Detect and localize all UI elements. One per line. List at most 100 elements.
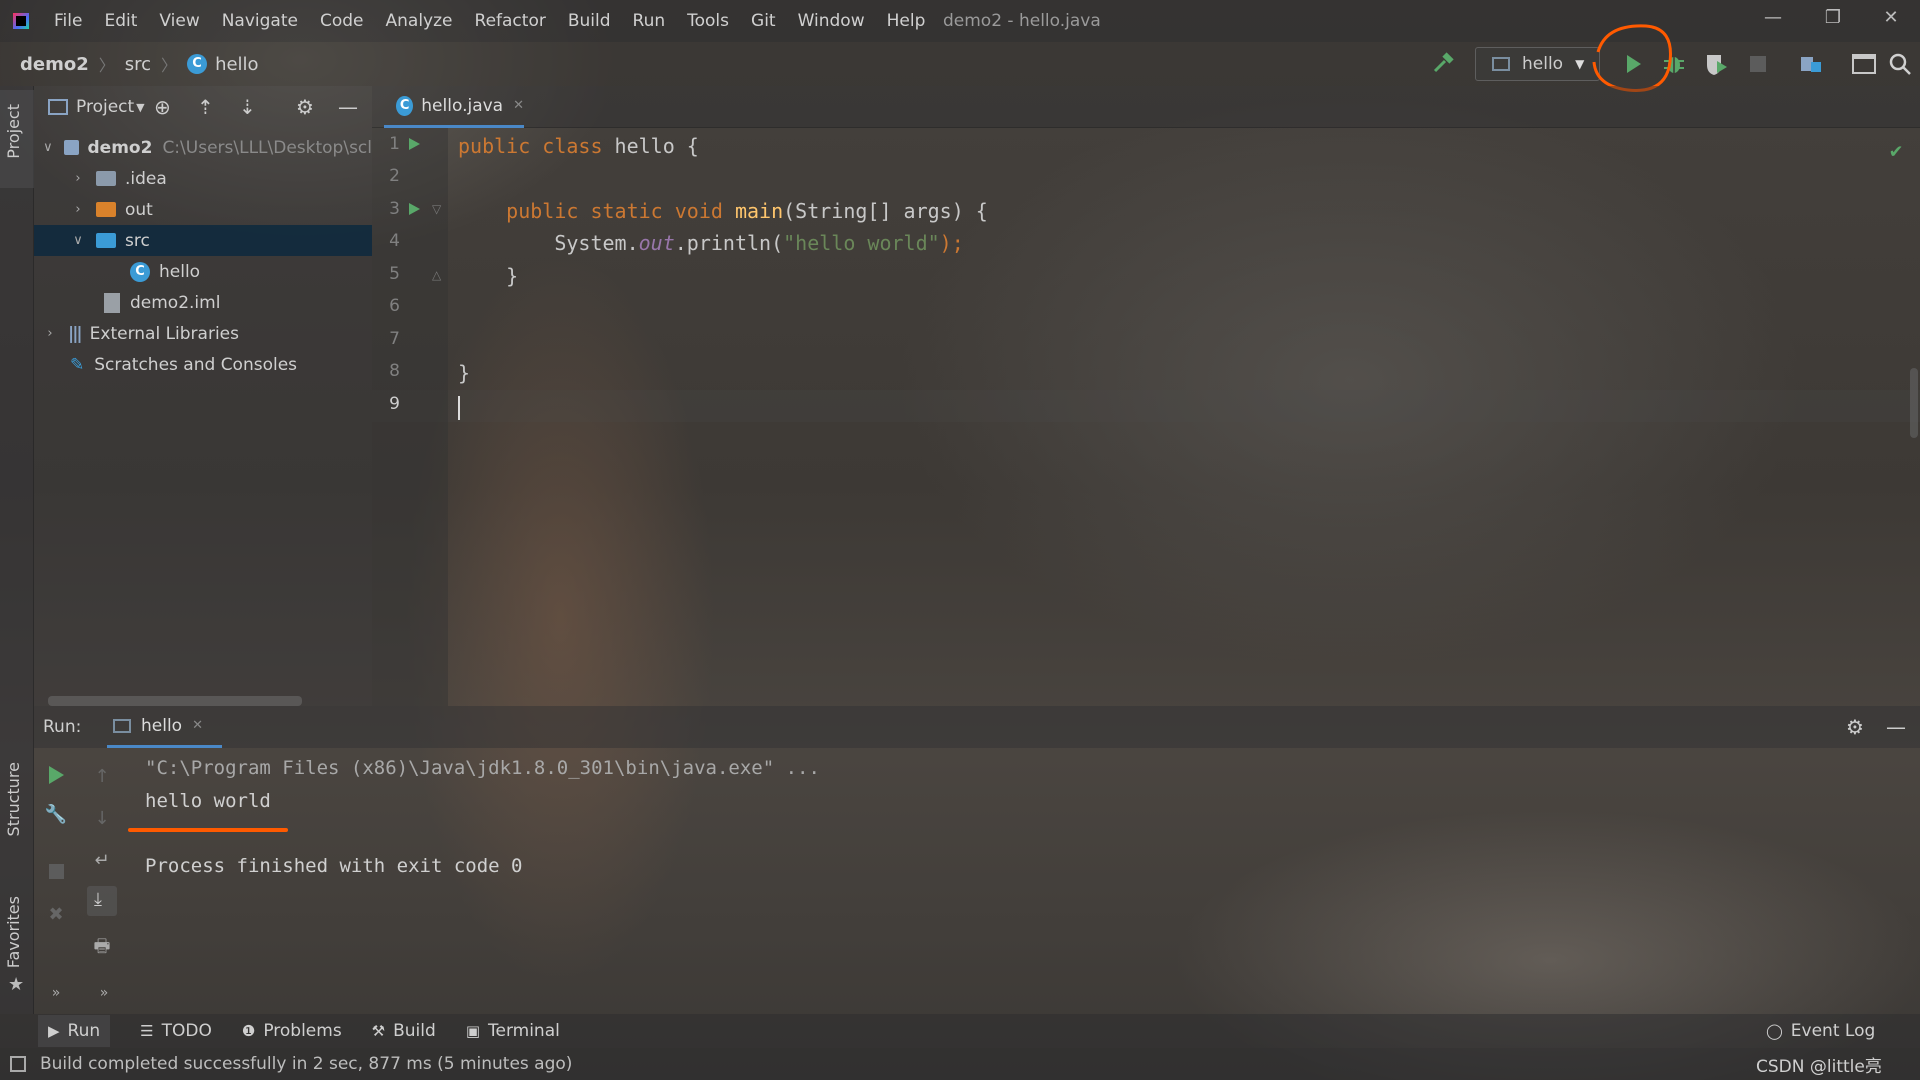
- tree-item-src[interactable]: ∨ src: [34, 225, 372, 256]
- libraries-icon: |||: [68, 323, 83, 344]
- project-view-icon: [48, 99, 68, 115]
- project-structure-icon[interactable]: [1798, 51, 1824, 77]
- module-file-icon: [104, 292, 120, 313]
- vertical-scrollbar[interactable]: [1910, 368, 1918, 438]
- bottom-tab-build[interactable]: ⚒ Build: [372, 1021, 436, 1041]
- hide-panel-icon[interactable]: —: [338, 95, 358, 119]
- bottom-tab-run[interactable]: ▶ Run: [38, 1015, 111, 1047]
- coverage-icon[interactable]: [1703, 51, 1729, 77]
- bottom-tab-terminal[interactable]: ▣ Terminal: [466, 1021, 560, 1041]
- more-icon[interactable]: »: [44, 985, 68, 1009]
- menu-view[interactable]: View: [148, 0, 210, 42]
- stop-icon[interactable]: [49, 864, 64, 879]
- stop-icon[interactable]: [1750, 56, 1766, 72]
- breadcrumb-src[interactable]: src: [125, 54, 151, 75]
- bottom-tool-stripe: ▶ Run ☰ TODO ❶ Problems ⚒ Build ▣ Termin…: [0, 1014, 1920, 1048]
- close-icon[interactable]: ✕: [513, 98, 524, 113]
- tree-item-hello[interactable]: C hello: [34, 256, 372, 287]
- structure-stripe-label[interactable]: Structure: [4, 762, 23, 836]
- menu-code[interactable]: Code: [309, 0, 375, 42]
- wrench-icon[interactable]: 🔧: [44, 804, 68, 828]
- close-icon[interactable]: ✕: [192, 718, 203, 733]
- build-hammer-icon[interactable]: [1430, 51, 1456, 77]
- pin-icon[interactable]: ✖: [44, 904, 68, 928]
- tree-label: demo2.iml: [130, 292, 221, 313]
- menu-refactor[interactable]: Refactor: [464, 0, 557, 42]
- minimize-button[interactable]: —: [1744, 0, 1802, 38]
- build-hammer-icon: ⚒: [371, 1022, 386, 1040]
- chevron-down-icon: ∨: [73, 233, 83, 248]
- status-message[interactable]: Build completed successfully in 2 sec, 8…: [40, 1054, 572, 1074]
- fold-icon[interactable]: ▽: [432, 202, 441, 216]
- tree-item-scratches[interactable]: ✎ Scratches and Consoles: [34, 349, 372, 380]
- tree-item-demo2-iml[interactable]: demo2.iml: [34, 287, 372, 318]
- line-number: 2: [389, 166, 400, 186]
- code-token: "hello world": [783, 231, 940, 255]
- hide-panel-icon[interactable]: —: [1886, 715, 1906, 739]
- event-log-icon: ◯: [1766, 1022, 1783, 1040]
- breadcrumb-project[interactable]: demo2: [20, 54, 89, 75]
- breadcrumb-hello[interactable]: hello: [215, 54, 259, 75]
- code-editor[interactable]: public class hello { public static void …: [448, 128, 1920, 706]
- fold-icon[interactable]: △: [432, 268, 441, 282]
- run-gutter-icon[interactable]: [406, 136, 422, 152]
- run-tab-label: hello: [141, 715, 183, 736]
- console-command-line: "C:\Program Files (x86)\Java\jdk1.8.0_30…: [145, 757, 820, 779]
- code-token: (String[] args) {: [783, 199, 988, 223]
- print-icon[interactable]: 🖶: [90, 934, 114, 958]
- scratches-icon: ✎: [70, 354, 85, 375]
- collapse-all-icon[interactable]: ⇣: [239, 95, 256, 119]
- folder-icon: [96, 171, 116, 186]
- search-icon[interactable]: [1887, 51, 1913, 77]
- run-tab-hello[interactable]: hello ✕: [107, 706, 222, 748]
- expand-all-icon[interactable]: ⇡: [197, 95, 214, 119]
- project-view-select[interactable]: Project: [76, 97, 134, 117]
- run-gutter-icon[interactable]: [406, 201, 422, 217]
- terminal-window-icon[interactable]: [1851, 51, 1877, 77]
- bottom-tab-todo[interactable]: ☰ TODO: [140, 1021, 212, 1041]
- tab-hello-java[interactable]: C hello.java ✕: [384, 86, 524, 128]
- tree-item-idea[interactable]: › .idea: [34, 163, 372, 194]
- menu-git[interactable]: Git: [740, 0, 787, 42]
- tree-label: Scratches and Consoles: [94, 354, 298, 375]
- menu-navigate[interactable]: Navigate: [211, 0, 309, 42]
- restore-button[interactable]: ❐: [1804, 0, 1862, 38]
- scroll-to-end-button[interactable]: ⤓: [87, 886, 117, 916]
- code-token: );: [939, 231, 964, 255]
- menu-run[interactable]: Run: [622, 0, 677, 42]
- inspection-ok-icon[interactable]: ✔: [1890, 138, 1902, 162]
- soft-wrap-icon[interactable]: ↵: [90, 850, 114, 874]
- text-caret: [458, 395, 460, 420]
- gear-icon[interactable]: ⚙: [296, 95, 314, 119]
- menu-window[interactable]: Window: [787, 0, 876, 42]
- horizontal-scrollbar[interactable]: [48, 696, 302, 706]
- arrow-down-icon[interactable]: ↓: [90, 808, 114, 832]
- menu-file[interactable]: File: [43, 0, 93, 42]
- project-stripe-tab[interactable]: Project: [0, 90, 34, 188]
- tree-item-out[interactable]: › out: [34, 194, 372, 225]
- application-config-icon: [1492, 57, 1510, 71]
- locate-file-icon[interactable]: ⊕: [154, 95, 171, 119]
- close-button[interactable]: ✕: [1862, 0, 1920, 38]
- event-log-button[interactable]: ◯ Event Log: [1766, 1021, 1875, 1041]
- gear-icon[interactable]: ⚙: [1846, 715, 1864, 739]
- console-output-line: hello world: [145, 790, 271, 812]
- more-icon[interactable]: »: [92, 985, 116, 1009]
- tree-item-external-libraries[interactable]: › ||| External Libraries: [34, 318, 372, 349]
- menu-analyze[interactable]: Analyze: [375, 0, 464, 42]
- menu-edit[interactable]: Edit: [93, 0, 148, 42]
- favorites-stripe-label[interactable]: Favorites: [4, 896, 23, 968]
- menu-tools[interactable]: Tools: [676, 0, 740, 42]
- bottom-tab-problems[interactable]: ❶ Problems: [242, 1021, 342, 1041]
- annotation-underline: [128, 828, 288, 832]
- toggle-tool-windows-icon[interactable]: [10, 1056, 26, 1072]
- tree-item-demo2[interactable]: ∨ demo2 C:\Users\LLL\Desktop\scl: [34, 132, 372, 163]
- rerun-icon[interactable]: [45, 764, 67, 786]
- navigation-bar: demo2 〉 src 〉 C hello hello ▼: [0, 24, 1920, 92]
- menu-build[interactable]: Build: [557, 0, 622, 42]
- arrow-up-icon[interactable]: ↑: [90, 766, 114, 790]
- menu-help[interactable]: Help: [876, 0, 937, 42]
- run-config-label: hello: [1522, 54, 1564, 74]
- chevron-right-icon: ›: [75, 202, 81, 217]
- line-number: 4: [389, 231, 400, 251]
